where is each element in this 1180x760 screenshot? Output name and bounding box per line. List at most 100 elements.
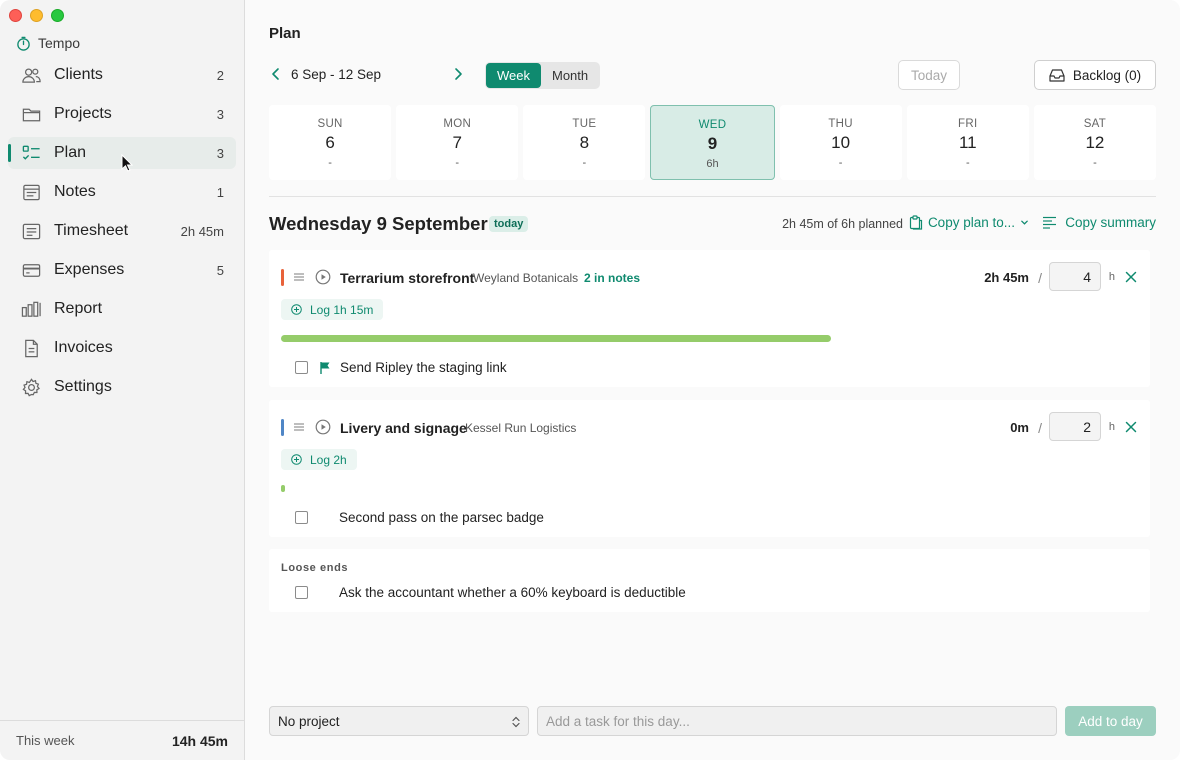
task-client: Kessel Run Logistics	[465, 421, 577, 435]
day-cell-mon[interactable]: MON 7 -	[396, 105, 519, 180]
task-client: Weyland Botanicals	[473, 271, 579, 285]
day-cell-sat[interactable]: SAT 12 -	[1033, 105, 1156, 180]
sidebar-item-projects[interactable]: Projects 3	[8, 98, 236, 130]
sidebar: Tempo Clients 2 Projects 3 Plan 3 Notes	[0, 0, 245, 760]
subtask-checkbox[interactable]	[295, 360, 308, 374]
day-name: FRI	[958, 118, 978, 130]
gear-icon	[21, 377, 40, 396]
planned-hours-input[interactable]	[1049, 412, 1101, 441]
bar-chart-icon	[21, 301, 41, 317]
day-title: Wednesday 9 September	[269, 213, 488, 234]
drag-handle-icon[interactable]	[293, 272, 305, 282]
log-time-label: Log 1h 15m	[310, 302, 374, 317]
chevron-left-icon[interactable]	[269, 66, 283, 82]
log-time-button[interactable]: Log 2h	[281, 449, 357, 470]
chevron-right-icon[interactable]	[451, 66, 465, 82]
loose-ends-card: Loose ends Ask the accountant whether a …	[269, 549, 1150, 612]
mouse-cursor-icon	[121, 154, 133, 172]
sidebar-item-label: Invoices	[54, 339, 113, 356]
day-cell-fri[interactable]: FRI 11 -	[906, 105, 1029, 180]
day-cell-thu[interactable]: THU 10 -	[779, 105, 902, 180]
chevron-down-icon	[1021, 220, 1028, 225]
close-icon[interactable]	[1125, 421, 1137, 433]
plan-toolbar: 6 Sep - 12 Sep Week Month Today Backlog …	[269, 60, 1156, 90]
add-to-day-button[interactable]: Add to day	[1065, 706, 1156, 736]
day-number: 7	[452, 133, 462, 152]
task-input[interactable]	[537, 706, 1057, 736]
section-label: Loose ends	[281, 562, 349, 574]
clipboard-icon	[909, 215, 923, 230]
week-total-label: This week	[16, 733, 75, 748]
sidebar-item-invoices[interactable]: Invoices	[8, 332, 236, 364]
day-name: WED	[698, 119, 727, 131]
minimize-window-button[interactable]	[30, 9, 43, 22]
week-day-strip: SUN 6 - MON 7 - TUE 8 - WED 9 6h THU 10	[269, 105, 1156, 180]
today-badge: today	[489, 216, 529, 232]
copy-plan-button[interactable]: Copy plan to...	[909, 215, 1029, 230]
log-time-button[interactable]: Log 1h 15m	[281, 299, 384, 320]
sidebar-item-clients[interactable]: Clients 2	[8, 59, 236, 91]
notes-link[interactable]: 2 in notes	[584, 271, 640, 285]
day-cell-tue[interactable]: TUE 8 -	[523, 105, 646, 180]
backlog-button[interactable]: Backlog (0)	[1034, 60, 1156, 90]
view-week-button[interactable]: Week	[486, 63, 541, 88]
separator: /	[1038, 420, 1042, 436]
subtask-checkbox[interactable]	[295, 510, 308, 524]
close-icon[interactable]	[1125, 271, 1137, 283]
day-cell-sun[interactable]: SUN 6 -	[269, 105, 392, 180]
subtask-text: Send Ripley the staging link	[340, 359, 507, 375]
day-number: 10	[831, 133, 851, 152]
sidebar-item-count: 3	[216, 145, 224, 161]
window-controls	[9, 9, 64, 22]
inbox-icon	[1049, 69, 1065, 82]
planned-hours-input[interactable]	[1049, 262, 1101, 291]
view-month-button[interactable]: Month	[541, 63, 599, 88]
task-card: Terrarium storefront Weyland Botanicals …	[269, 250, 1150, 387]
day-name: MON	[443, 118, 472, 130]
flag-icon[interactable]	[319, 361, 331, 374]
project-select-value: No project	[278, 713, 340, 729]
subtask-text: Second pass on the parsec badge	[339, 509, 544, 525]
sidebar-item-label: Report	[54, 300, 103, 317]
zoom-window-button[interactable]	[51, 9, 64, 22]
today-button[interactable]: Today	[898, 60, 960, 90]
timesheet-icon	[22, 223, 40, 239]
page-title: Plan	[269, 25, 301, 42]
notes-icon	[22, 184, 40, 200]
sidebar-item-label: Timesheet	[54, 222, 129, 239]
day-number: 9	[707, 134, 718, 153]
sidebar-item-notes[interactable]: Notes 1	[8, 176, 236, 208]
day-hours: -	[328, 157, 332, 169]
app-name: Tempo	[38, 35, 81, 51]
subtask-checkbox[interactable]	[295, 585, 308, 599]
day-cell-wed[interactable]: WED 9 6h	[650, 105, 775, 180]
day-number: 8	[579, 133, 590, 152]
sidebar-item-count: 5	[216, 262, 224, 278]
sidebar-item-timesheet[interactable]: Timesheet 2h 45m	[8, 215, 236, 247]
drag-handle-icon[interactable]	[293, 422, 305, 432]
sidebar-item-label: Projects	[54, 105, 112, 122]
sidebar-item-label: Notes	[54, 183, 96, 200]
time-spent: 0m	[1010, 420, 1029, 435]
play-timer-icon[interactable]	[315, 269, 331, 285]
close-window-button[interactable]	[9, 9, 22, 22]
sidebar-item-settings[interactable]: Settings	[8, 371, 236, 403]
sidebar-item-report[interactable]: Report	[8, 293, 236, 325]
sidebar-item-label: Settings	[54, 378, 112, 395]
play-timer-icon[interactable]	[315, 419, 331, 435]
copy-summary-label: Copy summary	[1065, 215, 1156, 230]
date-range-label: 6 Sep - 12 Sep	[291, 67, 382, 82]
separator: /	[1038, 270, 1042, 286]
subtask-text: Ask the accountant whether a 60% keyboar…	[339, 584, 686, 600]
app-title: Tempo	[16, 35, 80, 51]
day-name: TUE	[572, 118, 597, 130]
hours-unit: h	[1108, 421, 1115, 433]
day-name: THU	[828, 118, 853, 130]
project-select[interactable]: No project	[269, 706, 529, 736]
checklist-icon	[22, 145, 40, 160]
task-progress-bar	[281, 485, 285, 492]
subtask-item: Ask the accountant whether a 60% keyboar…	[295, 584, 686, 600]
sidebar-item-count: 1	[216, 184, 224, 200]
sidebar-item-expenses[interactable]: Expenses 5	[8, 254, 236, 286]
copy-summary-button[interactable]: Copy summary	[1042, 215, 1156, 230]
